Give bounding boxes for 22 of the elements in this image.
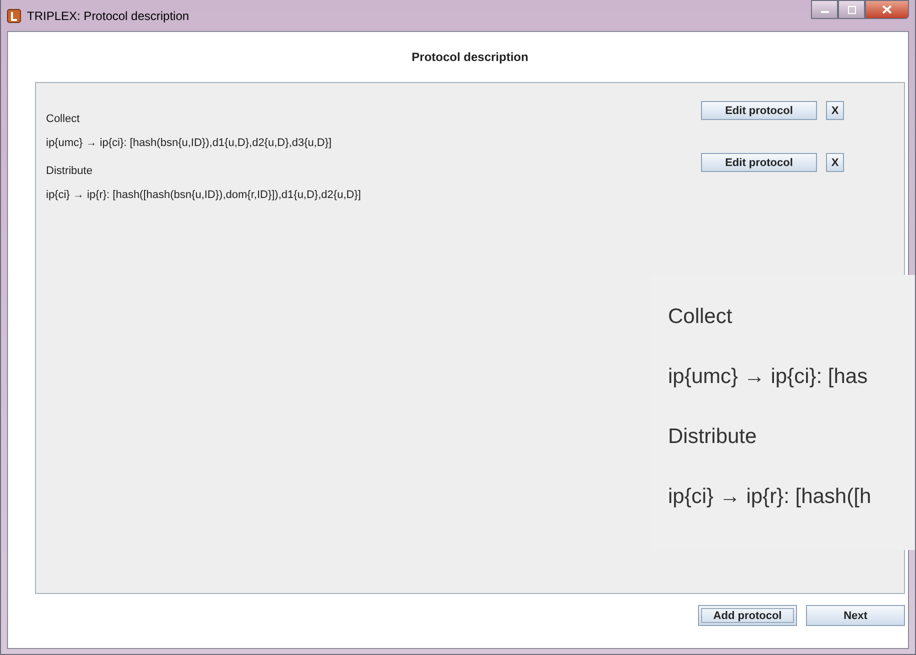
add-protocol-button[interactable]: Add protocol: [698, 605, 797, 626]
magnified-protocol-name: Collect: [668, 304, 734, 330]
magnified-protocol-name: Distribute: [668, 424, 758, 450]
edit-protocol-button[interactable]: Edit protocol: [701, 153, 817, 172]
protocol-name: Distribute: [46, 165, 92, 177]
close-button[interactable]: [865, 0, 909, 19]
protocol-rule: ip{ci} → ip{r}: [hash([hash(bsn{u,ID}),dom{r,ID}]),d1{u,D},d2{u,D}]: [46, 189, 362, 203]
maximize-button[interactable]: [838, 0, 865, 19]
delete-button[interactable]: X: [826, 101, 844, 120]
protocol-name: Collect: [46, 113, 80, 125]
next-button[interactable]: Next: [806, 605, 905, 626]
magnified-protocol-rule: ip{ci} → ip{r}: [hash([h: [668, 484, 872, 510]
app-icon: [7, 8, 21, 22]
protocol-rule: ip{umc} → ip{ci}: [hash(bsn{u,ID}),d1{u,D},d2{u,D},d3{u,D}]: [46, 137, 333, 151]
delete-button[interactable]: X: [826, 153, 844, 172]
edit-protocol-button[interactable]: Edit protocol: [701, 101, 817, 120]
close-icon: [882, 5, 892, 14]
magnified-protocol-rule: ip{umc} → ip{ci}: [has: [668, 364, 869, 390]
page-heading: Protocol description: [410, 50, 530, 64]
minimize-button[interactable]: [811, 0, 838, 19]
maximize-icon: [846, 6, 856, 14]
window-title: TRIPLEX: Protocol description: [27, 8, 190, 22]
